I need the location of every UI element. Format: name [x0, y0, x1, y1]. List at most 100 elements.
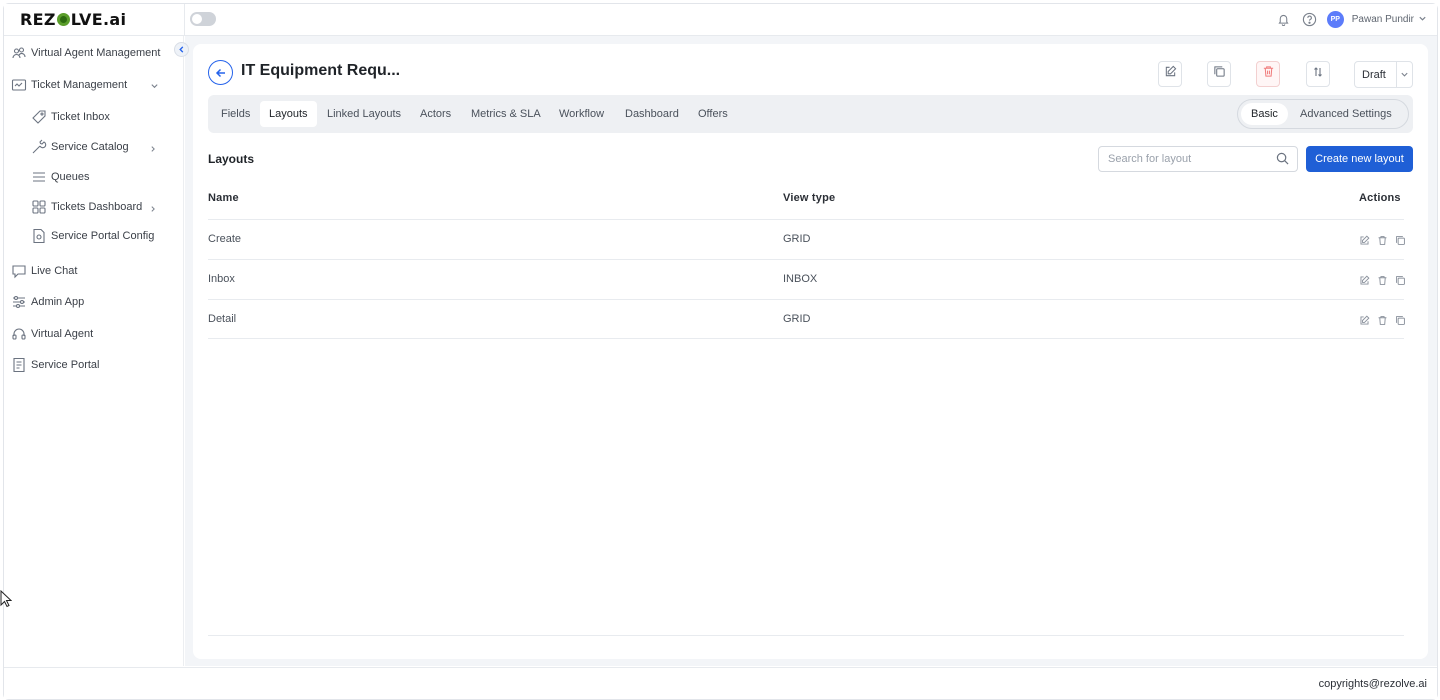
- sidebar-item-tickets-dashboard[interactable]: Tickets Dashboard: [30, 197, 142, 217]
- sidebar-item-label: Service Portal Config: [51, 230, 155, 242]
- cell-view-type: GRID: [783, 313, 811, 325]
- header-divider: [208, 219, 1404, 220]
- sidebar-item-label: Service Catalog: [51, 141, 129, 153]
- mouse-cursor-icon: [0, 589, 13, 613]
- column-header-actions: Actions: [1359, 192, 1401, 204]
- trash-icon[interactable]: [1376, 234, 1388, 246]
- tab-layouts[interactable]: Layouts: [260, 101, 317, 127]
- content-card: [193, 44, 1428, 659]
- copy-icon[interactable]: [1394, 274, 1406, 286]
- cell-name[interactable]: Create: [208, 233, 241, 245]
- row-actions: [1358, 234, 1406, 246]
- sidebar-item-service-portal[interactable]: Service Portal: [10, 355, 99, 375]
- search-box: [1098, 146, 1298, 172]
- sidebar-item-label: Live Chat: [31, 265, 78, 277]
- avatar[interactable]: PP: [1326, 10, 1344, 28]
- tab-workflow[interactable]: Workflow: [550, 101, 613, 127]
- tab-actors[interactable]: Actors: [411, 101, 460, 127]
- collapse-sidebar-button[interactable]: [174, 42, 189, 57]
- copy-icon[interactable]: [1394, 314, 1406, 326]
- status-label: Draft: [1362, 68, 1386, 81]
- row-actions: [1358, 274, 1406, 286]
- edit-button[interactable]: [1158, 61, 1182, 87]
- brand-logo[interactable]: REZ LVE.ai: [20, 10, 126, 29]
- table-bottom-divider: [208, 635, 1404, 636]
- top-bar: REZ LVE.ai PP Pawan Pundir: [4, 4, 1437, 36]
- mode-switch: Basic Advanced Settings: [1237, 99, 1409, 129]
- mode-basic[interactable]: Basic: [1241, 103, 1288, 125]
- sidebar-item-label: Admin App: [31, 296, 85, 308]
- chevron-down-icon[interactable]: [1395, 62, 1412, 87]
- cell-view-type: INBOX: [783, 273, 818, 285]
- sidebar-item-virtual-agent-management[interactable]: Virtual Agent Management: [10, 43, 160, 63]
- tab-offers[interactable]: Offers: [689, 101, 737, 127]
- create-layout-button[interactable]: Create new layout: [1306, 146, 1413, 172]
- tag-icon: [30, 109, 47, 126]
- user-name[interactable]: Pawan Pundir: [1352, 14, 1414, 25]
- settings-doc-icon: [30, 228, 47, 245]
- sort-arrows-icon: [1312, 65, 1324, 83]
- chevron-down-icon[interactable]: [1418, 14, 1427, 25]
- search-input[interactable]: [1099, 147, 1269, 171]
- cell-name[interactable]: Inbox: [208, 273, 235, 285]
- theme-toggle[interactable]: [190, 12, 216, 26]
- sidebar-item-label: Tickets Dashboard: [51, 201, 143, 213]
- section-title: Layouts: [208, 152, 255, 166]
- chevron-down-icon[interactable]: [150, 75, 159, 95]
- user-area: PP Pawan Pundir: [1275, 10, 1427, 28]
- sidebar-item-label: Virtual Agent Management: [31, 47, 161, 59]
- help-icon[interactable]: [1301, 10, 1319, 28]
- sidebar-item-label: Service Portal: [31, 359, 100, 371]
- chevron-right-icon[interactable]: [149, 199, 157, 219]
- trash-icon[interactable]: [1376, 274, 1388, 286]
- sidebar-item-ticket-management[interactable]: Ticket Management: [10, 75, 127, 95]
- edit-icon[interactable]: [1358, 274, 1370, 286]
- wrench-icon: [30, 139, 47, 156]
- copy-icon[interactable]: [1394, 234, 1406, 246]
- trash-icon[interactable]: [1376, 314, 1388, 326]
- sort-button[interactable]: [1306, 61, 1330, 87]
- tab-dashboard[interactable]: Dashboard: [616, 101, 688, 127]
- search-icon[interactable]: [1276, 152, 1289, 170]
- sidebar-item-live-chat[interactable]: Live Chat: [10, 261, 77, 281]
- sidebar-item-service-portal-config[interactable]: Service Portal Config: [30, 226, 154, 246]
- sidebar-item-ticket-inbox[interactable]: Ticket Inbox: [30, 107, 110, 127]
- cell-view-type: GRID: [783, 233, 811, 245]
- delete-button[interactable]: [1256, 61, 1280, 87]
- sidebar-item-label: Virtual Agent: [31, 328, 94, 340]
- tab-bar: Fields Layouts Linked Layouts Actors Met…: [208, 95, 1413, 133]
- trash-icon: [1262, 65, 1275, 83]
- sidebar: [4, 36, 184, 666]
- cell-name[interactable]: Detail: [208, 313, 236, 325]
- bell-icon[interactable]: [1275, 10, 1293, 28]
- sidebar-item-virtual-agent[interactable]: Virtual Agent: [10, 324, 93, 344]
- grid-icon: [30, 199, 47, 216]
- sidebar-item-queues[interactable]: Queues: [30, 167, 90, 187]
- row-divider: [208, 299, 1404, 300]
- sliders-icon: [10, 294, 27, 311]
- back-button[interactable]: [208, 60, 233, 85]
- list-icon: [30, 169, 47, 186]
- duplicate-button[interactable]: [1207, 61, 1231, 87]
- sidebar-item-label: Ticket Inbox: [51, 111, 110, 123]
- users-icon: [10, 45, 27, 62]
- row-divider: [208, 259, 1404, 260]
- row-actions: [1358, 314, 1406, 326]
- tab-fields[interactable]: Fields: [212, 101, 259, 127]
- sidebar-item-service-catalog[interactable]: Service Catalog: [30, 137, 129, 157]
- edit-icon[interactable]: [1358, 234, 1370, 246]
- sidebar-item-admin-app[interactable]: Admin App: [10, 292, 84, 312]
- status-dropdown[interactable]: Draft: [1354, 61, 1413, 88]
- edit-icon[interactable]: [1358, 314, 1370, 326]
- headset-icon: [10, 326, 27, 343]
- logo-o-icon: [56, 13, 70, 26]
- tab-metrics-sla[interactable]: Metrics & SLA: [462, 101, 550, 127]
- row-divider: [208, 338, 1404, 339]
- topbar-divider: [184, 4, 185, 36]
- tab-linked-layouts[interactable]: Linked Layouts: [318, 101, 410, 127]
- column-header-name: Name: [208, 192, 239, 204]
- chevron-right-icon[interactable]: [149, 139, 157, 159]
- chat-icon: [10, 263, 27, 280]
- mode-advanced-settings[interactable]: Advanced Settings: [1290, 103, 1402, 125]
- copy-icon: [1213, 65, 1226, 83]
